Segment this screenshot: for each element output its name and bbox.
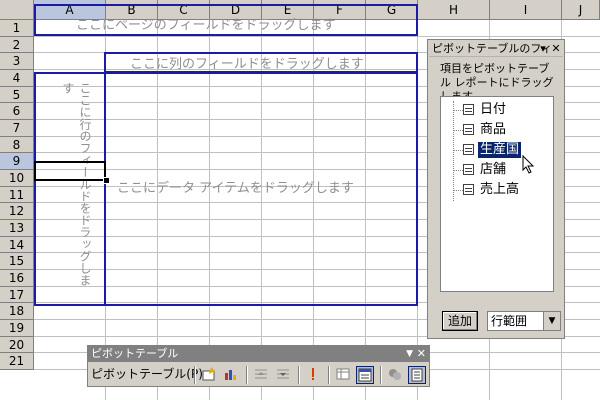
mouse-cursor-icon — [522, 155, 535, 174]
row-header-17[interactable]: 17 — [0, 286, 34, 304]
field-panel-titlebar[interactable]: ピボットテーブルのフィ ▾ ✕ — [429, 41, 563, 57]
toolbar-separator — [298, 366, 300, 384]
tree-branch — [453, 150, 463, 151]
area-select-value: 行範囲 — [491, 314, 528, 328]
row-field-drop-text: ここに行のフィールドをドラッグします — [61, 82, 92, 286]
field-item-sales[interactable]: 売上高 — [441, 181, 551, 199]
toolbar-separator — [246, 366, 248, 384]
close-icon[interactable]: ✕ — [550, 41, 562, 57]
row-header-6[interactable]: 6 — [0, 103, 34, 120]
field-list-icon[interactable] — [356, 366, 374, 384]
page-field-drop-text: ここにページのフィールドをドラッグします — [76, 18, 336, 33]
field-icon — [463, 164, 474, 175]
pivot-field-list-panel: ピボットテーブルのフィ ▾ ✕ 項目をピボットテーブル レポートにドラッグします… — [427, 39, 565, 339]
column-header-j[interactable]: J — [562, 0, 600, 20]
field-settings-icon[interactable] — [334, 366, 352, 384]
tree-branch — [453, 110, 463, 111]
row-header-14[interactable]: 14 — [0, 236, 34, 254]
field-label: 日付 — [480, 102, 507, 117]
row-header-7[interactable]: 7 — [0, 119, 34, 137]
field-label-selected: 生産国 — [476, 141, 523, 159]
add-to-button[interactable]: 追加 — [442, 311, 478, 331]
column-field-drop-text: ここに列のフィールドをドラッグします — [130, 57, 364, 72]
toolbar-separator — [194, 366, 196, 384]
pivot-menu-label: ピボットテーブル(P) — [91, 367, 203, 381]
toolbar-options-arrow-icon[interactable]: ▼ — [406, 346, 413, 362]
field-panel-title: ピボットテーブルのフィ — [432, 42, 553, 55]
field-icon — [463, 124, 474, 135]
data-item-drop-text: ここにデータ アイテムをドラッグします — [117, 181, 354, 196]
row-header-16[interactable]: 16 — [0, 269, 34, 287]
field-icon — [463, 104, 474, 115]
row-header-10[interactable]: 10 — [0, 169, 34, 187]
field-label: 売上高 — [480, 182, 520, 197]
pivot-toolbar-title: ピボットテーブル — [91, 347, 179, 360]
tree-branch — [453, 190, 463, 191]
show-detail-icon[interactable] — [274, 366, 292, 384]
field-label: 商品 — [480, 122, 507, 137]
toolbar-separator — [380, 366, 382, 384]
row-header-1[interactable]: 1 — [0, 20, 34, 37]
field-icon — [463, 184, 474, 195]
row-header-20[interactable]: 20 — [0, 336, 34, 354]
row-header-11[interactable]: 11 — [0, 186, 34, 204]
row-header-21[interactable]: 21 — [0, 353, 34, 370]
field-label: 店舗 — [480, 162, 507, 177]
row-header-19[interactable]: 19 — [0, 319, 34, 337]
field-icon — [463, 144, 474, 155]
toolbar-separator — [328, 366, 330, 384]
select-all-corner[interactable] — [0, 0, 34, 20]
field-item-product[interactable]: 商品 — [441, 121, 551, 139]
row-header-2[interactable]: 2 — [0, 36, 34, 54]
row-header-12[interactable]: 12 — [0, 203, 34, 220]
row-header-13[interactable]: 13 — [0, 219, 34, 237]
row-header-15[interactable]: 15 — [0, 253, 34, 270]
format-report-icon[interactable] — [200, 366, 218, 384]
refresh-icon[interactable] — [304, 366, 322, 384]
hide-items-icon[interactable] — [386, 366, 404, 384]
row-header-18[interactable]: 18 — [0, 303, 34, 320]
area-select[interactable]: 行範囲 ▼ — [487, 311, 561, 331]
fill-handle[interactable] — [103, 177, 110, 184]
column-header-i[interactable]: I — [490, 0, 562, 20]
tree-branch — [453, 130, 463, 131]
close-icon[interactable]: ✕ — [417, 346, 426, 362]
row-header-4[interactable]: 4 — [0, 69, 34, 87]
row-header-8[interactable]: 8 — [0, 136, 34, 154]
field-list: 日付 商品 生産国 店舗 売上高 — [440, 96, 554, 292]
tree-branch — [453, 170, 463, 171]
column-header-h[interactable]: H — [418, 0, 490, 20]
pivot-toolbar-titlebar[interactable]: ピボットテーブル ▼ ✕ — [88, 346, 429, 362]
row-header-9[interactable]: 9 — [0, 153, 34, 170]
show-field-list-icon[interactable] — [408, 366, 426, 384]
row-header-5[interactable]: 5 — [0, 86, 34, 104]
hide-detail-icon[interactable] — [252, 366, 270, 384]
panel-menu-arrow-icon[interactable]: ▾ — [537, 41, 549, 57]
active-cell-a9[interactable] — [34, 161, 106, 181]
pivot-toolbar: ピボットテーブル ▼ ✕ ピボットテーブル(P) ▾ — [87, 345, 430, 387]
row-header-3[interactable]: 3 — [0, 53, 34, 70]
field-item-date[interactable]: 日付 — [441, 101, 551, 119]
chart-wizard-icon[interactable] — [222, 366, 240, 384]
chevron-down-icon[interactable]: ▼ — [543, 312, 560, 330]
